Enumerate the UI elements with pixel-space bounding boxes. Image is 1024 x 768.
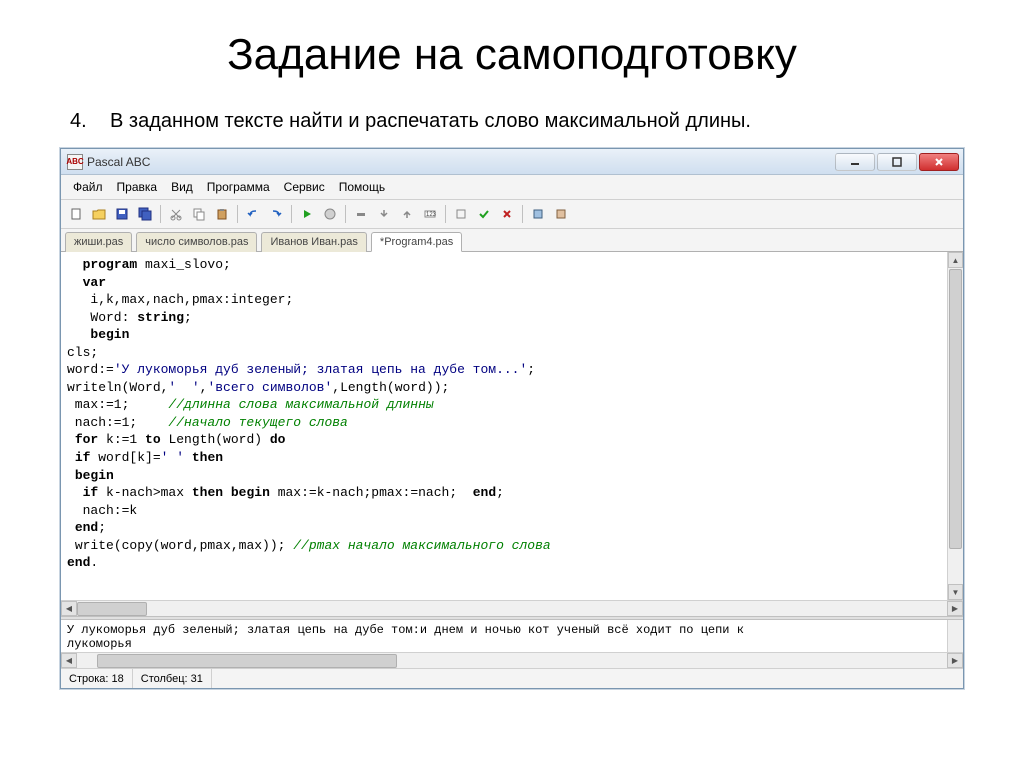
watch-icon[interactable]: 123 (419, 203, 441, 225)
cut-icon[interactable] (165, 203, 187, 225)
maximize-button[interactable] (877, 153, 917, 171)
tab-1[interactable]: жиши.pas (65, 232, 132, 252)
new-file-icon[interactable] (65, 203, 87, 225)
menu-edit[interactable]: Правка (111, 178, 164, 196)
paste-icon[interactable] (211, 203, 233, 225)
save-icon[interactable] (111, 203, 133, 225)
status-column: Столбец: 31 (133, 669, 212, 688)
scroll-left-icon[interactable]: ◀ (61, 653, 77, 668)
scroll-down-icon[interactable]: ▼ (948, 584, 963, 600)
copy-icon[interactable] (188, 203, 210, 225)
tabbar: жиши.pas число символов.pas Иванов Иван.… (61, 229, 963, 252)
scroll-left-icon[interactable]: ◀ (61, 601, 77, 616)
check-icon[interactable] (473, 203, 495, 225)
separator (237, 205, 238, 223)
tab-3[interactable]: Иванов Иван.pas (261, 232, 366, 252)
separator (160, 205, 161, 223)
output-panel[interactable]: У лукоморья дуб зеленый; златая цепь на … (61, 620, 963, 652)
close-button[interactable] (919, 153, 959, 171)
scroll-up-icon[interactable]: ▲ (948, 252, 963, 268)
scroll-thumb-h[interactable] (77, 602, 147, 616)
tab-4[interactable]: *Program4.pas (371, 232, 462, 252)
scroll-right-icon[interactable]: ▶ (947, 601, 963, 616)
redo-icon[interactable] (265, 203, 287, 225)
app-icon: ABC (67, 154, 83, 170)
stop-icon[interactable] (319, 203, 341, 225)
horizontal-scrollbar[interactable]: ◀ ▶ (61, 600, 963, 616)
slide-title: Задание на самоподготовку (50, 30, 974, 80)
status-spacer (212, 669, 963, 688)
separator (522, 205, 523, 223)
editor-area: program maxi_slovo; var i,k,max,nach,pma… (61, 252, 963, 600)
task-number: 4. (70, 110, 110, 133)
menu-file[interactable]: Файл (67, 178, 109, 196)
svg-text:123: 123 (426, 212, 437, 218)
step-over-icon[interactable] (350, 203, 372, 225)
menu-view[interactable]: Вид (165, 178, 199, 196)
open-file-icon[interactable] (88, 203, 110, 225)
app-window: ABC Pascal ABC Файл Правка Вид Программа… (60, 148, 964, 689)
task-description: 4. В заданном тексте найти и распечатать… (50, 110, 974, 133)
cancel-icon[interactable] (496, 203, 518, 225)
scroll-thumb-h[interactable] (97, 654, 397, 668)
minimize-button[interactable] (835, 153, 875, 171)
app-title: Pascal ABC (87, 155, 150, 169)
output-hscrollbar[interactable]: ◀ ▶ (61, 652, 963, 668)
tool-icon-2[interactable] (550, 203, 572, 225)
output-vscroll[interactable] (947, 620, 963, 652)
code-editor[interactable]: program maxi_slovo; var i,k,max,nach,pma… (61, 252, 963, 600)
undo-icon[interactable] (242, 203, 264, 225)
step-into-icon[interactable] (373, 203, 395, 225)
statusbar: Строка: 18 Столбец: 31 (61, 668, 963, 688)
scroll-thumb[interactable] (949, 269, 962, 549)
separator (345, 205, 346, 223)
separator (445, 205, 446, 223)
menu-program[interactable]: Программа (201, 178, 276, 196)
tab-2[interactable]: число символов.pas (136, 232, 257, 252)
menubar: Файл Правка Вид Программа Сервис Помощь (61, 175, 963, 200)
step-out-icon[interactable] (396, 203, 418, 225)
menu-help[interactable]: Помощь (333, 178, 391, 196)
tool-icon-1[interactable] (527, 203, 549, 225)
status-line: Строка: 18 (61, 669, 133, 688)
separator (291, 205, 292, 223)
save-all-icon[interactable] (134, 203, 156, 225)
run-icon[interactable] (296, 203, 318, 225)
task-text: В заданном тексте найти и распечатать сл… (110, 110, 751, 133)
compile-icon[interactable] (450, 203, 472, 225)
menu-service[interactable]: Сервис (278, 178, 331, 196)
toolbar: 123 (61, 200, 963, 229)
scroll-right-icon[interactable]: ▶ (947, 653, 963, 668)
vertical-scrollbar[interactable]: ▲ ▼ (947, 252, 963, 600)
titlebar: ABC Pascal ABC (61, 149, 963, 175)
